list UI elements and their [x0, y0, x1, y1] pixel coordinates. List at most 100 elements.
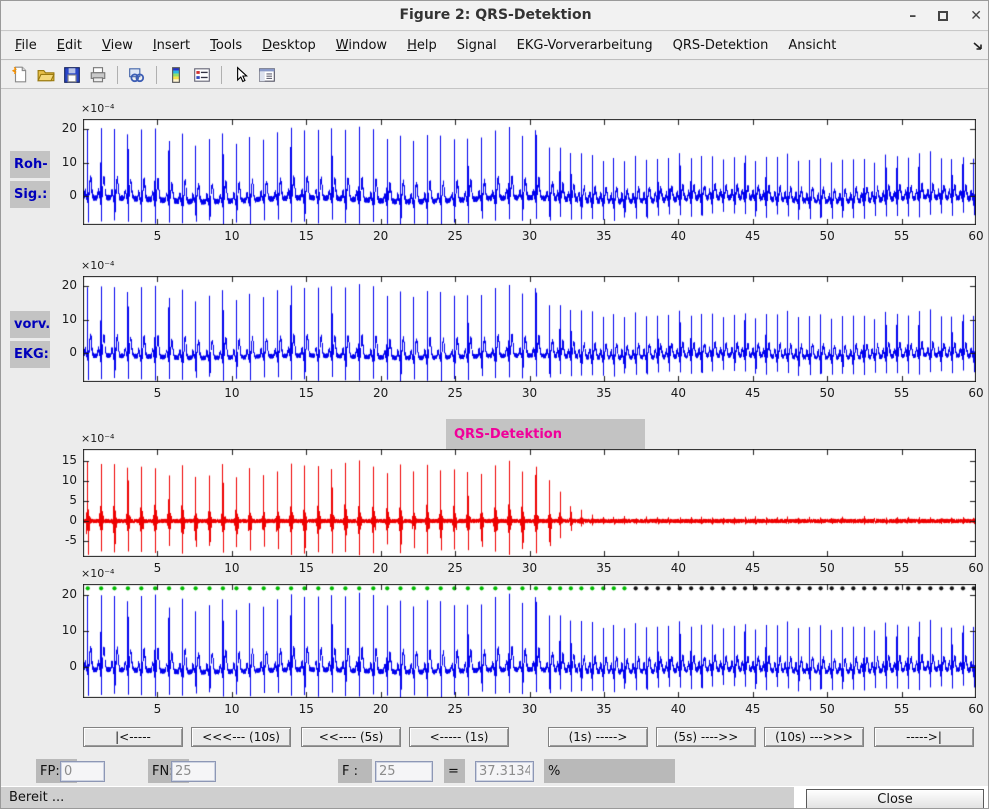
y-exponent-label: ×10⁻⁴	[81, 432, 114, 445]
y-tick-label: 10	[41, 473, 77, 487]
insert-colorbar-icon[interactable]	[164, 64, 188, 86]
menu-tools[interactable]: Tools	[200, 32, 252, 60]
nav-fwd-5s[interactable]: (5s) ---->>	[656, 727, 756, 747]
menu-qrs-detektion[interactable]: QRS-Detektion	[663, 32, 779, 60]
nav-go-start[interactable]: |<-----	[83, 727, 183, 747]
x-tick-label: 30	[513, 386, 547, 400]
menu-ansicht[interactable]: Ansicht	[778, 32, 846, 60]
menu-desktop[interactable]: Desktop	[252, 32, 326, 60]
f-label: F :	[338, 759, 372, 783]
f-input[interactable]	[375, 761, 433, 782]
percent-label: %	[544, 759, 675, 783]
x-tick-label: 15	[289, 229, 323, 243]
menu-help[interactable]: Help	[397, 32, 447, 60]
x-tick-label: 35	[587, 561, 621, 575]
new-file-icon[interactable]	[8, 64, 32, 86]
x-tick-label: 60	[959, 561, 989, 575]
x-tick-label: 10	[215, 561, 249, 575]
y-tick-label: 20	[41, 587, 77, 601]
menu-overflow-arrow-icon[interactable]	[972, 40, 984, 52]
x-tick-label: 10	[215, 702, 249, 716]
window-title: Figure 2: QRS-Detektion	[1, 7, 989, 23]
menu-bar: FileEditViewInsertToolsDesktopWindowHelp…	[1, 32, 989, 60]
x-tick-label: 10	[215, 229, 249, 243]
x-tick-label: 20	[364, 386, 398, 400]
qrs-detection-title: QRS-Detektion	[446, 419, 645, 449]
x-tick-label: 10	[215, 386, 249, 400]
x-tick-label: 40	[661, 561, 695, 575]
x-tick-label: 50	[810, 386, 844, 400]
y-tick-label: 5	[41, 493, 77, 507]
open-file-icon[interactable]	[34, 64, 58, 86]
nav-go-end[interactable]: ----->|	[874, 727, 974, 747]
nav-fwd-1s[interactable]: (1s) ----->	[548, 727, 648, 747]
x-tick-label: 20	[364, 229, 398, 243]
x-tick-label: 5	[140, 229, 174, 243]
y-exponent-label: ×10⁻⁴	[81, 259, 114, 272]
menu-window[interactable]: Window	[326, 32, 397, 60]
menu-ekg-vorverarbeitung[interactable]: EKG-Vorverarbeitung	[507, 32, 663, 60]
x-tick-label: 45	[736, 561, 770, 575]
equals-label: =	[444, 759, 465, 783]
minimize-icon[interactable]: –	[909, 1, 916, 31]
nav-back-10s[interactable]: <<<--- (10s)	[191, 727, 291, 747]
menu-view[interactable]: View	[92, 32, 143, 60]
plot-canvas-qrs-detection-feature[interactable]	[83, 449, 976, 557]
ratio-display	[475, 761, 534, 782]
plot-canvas-detection-result[interactable]	[83, 584, 976, 698]
toolbar-separator	[221, 66, 222, 84]
fn-input[interactable]	[171, 761, 216, 782]
edit-plot-cursor-icon[interactable]	[229, 64, 253, 86]
link-plot-icon[interactable]	[125, 64, 149, 86]
figure-window: Figure 2: QRS-Detektion – ✕ FileEditView…	[0, 0, 989, 809]
x-tick-label: 15	[289, 386, 323, 400]
toolbar-separator	[117, 66, 118, 84]
toolbar-separator	[156, 66, 157, 84]
fp-input[interactable]	[60, 761, 105, 782]
x-tick-label: 25	[438, 386, 472, 400]
x-tick-label: 55	[885, 702, 919, 716]
x-tick-label: 45	[736, 386, 770, 400]
x-tick-label: 5	[140, 702, 174, 716]
nav-back-1s[interactable]: <----- (1s)	[409, 727, 509, 747]
plot-qrs-detection-feature: 51015202530354045505560-5051015×10⁻⁴	[83, 449, 976, 557]
x-tick-label: 30	[513, 229, 547, 243]
x-tick-label: 15	[289, 702, 323, 716]
menu-file[interactable]: File	[5, 32, 47, 60]
save-icon[interactable]	[60, 64, 84, 86]
y-tick-label: 0	[41, 345, 77, 359]
nav-back-5s[interactable]: <<---- (5s)	[301, 727, 401, 747]
close-icon[interactable]: ✕	[970, 1, 982, 31]
x-tick-label: 35	[587, 702, 621, 716]
maximize-icon[interactable]	[938, 11, 948, 21]
insert-legend-icon[interactable]	[190, 64, 214, 86]
nav-fwd-10s[interactable]: (10s) --->>>	[764, 727, 864, 747]
x-tick-label: 45	[736, 702, 770, 716]
menu-edit[interactable]: Edit	[47, 32, 92, 60]
x-tick-label: 50	[810, 702, 844, 716]
print-icon[interactable]	[86, 64, 110, 86]
x-tick-label: 55	[885, 386, 919, 400]
menu-insert[interactable]: Insert	[143, 32, 200, 60]
x-tick-label: 25	[438, 229, 472, 243]
y-tick-label: 10	[41, 155, 77, 169]
plot-browser-icon[interactable]	[255, 64, 279, 86]
toolbar	[1, 61, 989, 89]
figure-area: Roh- Sig.: vorv. EKG: QRS-Detektion FP: …	[1, 89, 989, 786]
close-figure-button[interactable]: Close	[806, 789, 984, 809]
menu-signal[interactable]: Signal	[447, 32, 507, 60]
x-tick-label: 60	[959, 229, 989, 243]
x-tick-label: 40	[661, 386, 695, 400]
x-tick-label: 45	[736, 229, 770, 243]
x-tick-label: 25	[438, 702, 472, 716]
y-tick-label: 15	[41, 453, 77, 467]
x-tick-label: 20	[364, 561, 398, 575]
x-tick-label: 50	[810, 229, 844, 243]
status-bar: Bereit ... Close	[1, 786, 989, 809]
y-tick-label: 0	[41, 188, 77, 202]
plot-canvas-preprocessed-ecg[interactable]	[83, 276, 976, 382]
x-tick-label: 30	[513, 702, 547, 716]
plot-canvas-raw-signal[interactable]	[83, 119, 976, 225]
y-tick-label: 20	[41, 121, 77, 135]
x-tick-label: 55	[885, 229, 919, 243]
